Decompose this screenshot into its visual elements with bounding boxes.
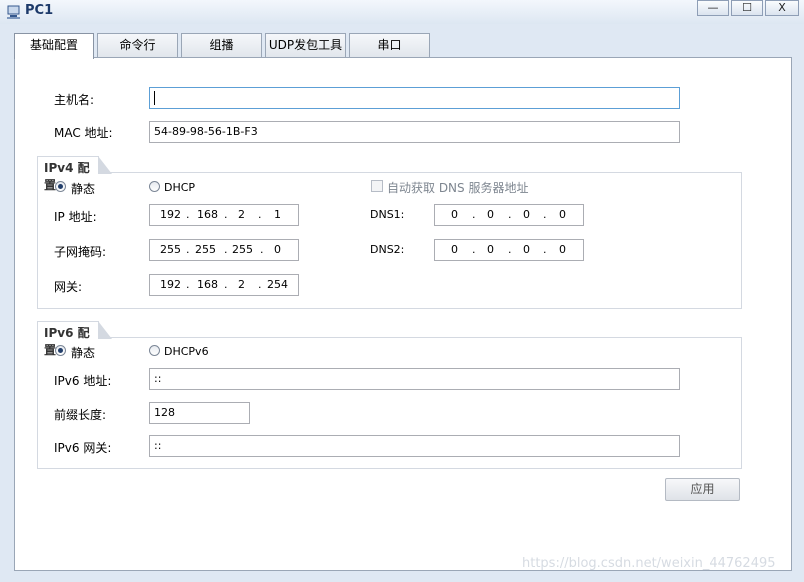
hostname-input[interactable]	[149, 87, 680, 109]
mask-octet: 255	[232, 243, 253, 256]
ip-octet: 1	[274, 208, 281, 221]
subnet-mask-input[interactable]: 255 . 255 . 255 . 0	[149, 239, 299, 261]
pc-icon	[7, 5, 20, 19]
tab-serial[interactable]: 串口	[349, 33, 430, 57]
ipv6-gateway-input[interactable]: ::	[149, 435, 680, 457]
close-button[interactable]: X	[765, 0, 799, 16]
ip-octet: 168	[197, 208, 218, 221]
gateway-octet: 2	[238, 278, 245, 291]
gateway-dot: .	[224, 278, 228, 291]
ipv6-static-radio[interactable]	[55, 345, 66, 356]
dns2-dot: .	[508, 243, 512, 256]
ipv6-dhcp-radio[interactable]	[149, 345, 160, 356]
ipv4-dhcp-radio[interactable]	[149, 181, 160, 192]
apply-button[interactable]: 应用	[665, 478, 740, 501]
subnet-mask-label: 子网掩码:	[54, 245, 107, 259]
mask-octet: 255	[195, 243, 216, 256]
mask-dot: .	[186, 243, 190, 256]
mask-dot: .	[224, 243, 228, 256]
ipv6-address-label: IPv6 地址:	[54, 374, 112, 388]
prefix-length-input[interactable]: 128	[149, 402, 250, 424]
auto-dns-checkbox[interactable]	[371, 180, 383, 192]
hostname-label: 主机名:	[54, 93, 95, 107]
dns1-octet: 0	[559, 208, 566, 221]
dns2-dot: .	[472, 243, 476, 256]
dns2-octet: 0	[451, 243, 458, 256]
ipv4-group-title: IPv4 配置	[37, 156, 112, 192]
dns2-input[interactable]: 0 . 0 . 0 . 0	[434, 239, 584, 261]
ip-address-input[interactable]: 192 . 168 . 2 . 1	[149, 204, 299, 226]
ipv6-dhcp-label: DHCPv6	[164, 345, 209, 358]
dns2-octet: 0	[523, 243, 530, 256]
tab-command-line[interactable]: 命令行	[97, 33, 178, 57]
window-title: PC1	[25, 3, 54, 18]
dns2-label: DNS2:	[370, 243, 405, 256]
watermark: https://blog.csdn.net/weixin_44762495	[522, 556, 776, 571]
ip-octet: 2	[238, 208, 245, 221]
maximize-button[interactable]: ☐	[731, 0, 763, 16]
text-caret	[154, 91, 155, 105]
ip-octet: 192	[160, 208, 181, 221]
dns1-dot: .	[543, 208, 547, 221]
auto-dns-label: 自动获取 DNS 服务器地址	[387, 181, 529, 195]
ipv4-dhcp-label: DHCP	[164, 181, 196, 194]
gateway-octet: 192	[160, 278, 181, 291]
tab-udp-tool[interactable]: UDP发包工具	[265, 33, 346, 57]
dns1-octet: 0	[487, 208, 494, 221]
dns1-octet: 0	[451, 208, 458, 221]
ipv6-address-input[interactable]: ::	[149, 368, 680, 390]
dns2-dot: .	[543, 243, 547, 256]
ip-dot: .	[186, 208, 190, 221]
dns1-dot: .	[508, 208, 512, 221]
prefix-length-label: 前缀长度:	[54, 408, 107, 422]
ip-dot: .	[258, 208, 262, 221]
mask-octet: 0	[274, 243, 281, 256]
gateway-label: 网关:	[54, 280, 83, 294]
gateway-octet: 254	[267, 278, 288, 291]
gateway-dot: .	[258, 278, 262, 291]
ipv6-group-title: IPv6 配置	[37, 321, 112, 357]
mac-label: MAC 地址:	[54, 126, 113, 140]
mask-dot: .	[260, 243, 264, 256]
dns1-octet: 0	[523, 208, 530, 221]
ipv4-static-radio[interactable]	[55, 181, 66, 192]
dns2-octet: 0	[487, 243, 494, 256]
dns1-input[interactable]: 0 . 0 . 0 . 0	[434, 204, 584, 226]
minimize-button[interactable]: —	[697, 0, 729, 16]
tab-multicast[interactable]: 组播	[181, 33, 262, 57]
ipv6-static-label: 静态	[71, 346, 96, 360]
ipv4-static-label: 静态	[71, 182, 96, 196]
ip-dot: .	[224, 208, 228, 221]
mask-octet: 255	[160, 243, 181, 256]
ip-address-label: IP 地址:	[54, 210, 97, 224]
tab-basic-config[interactable]: 基础配置	[14, 33, 94, 59]
ipv6-gateway-label: IPv6 网关:	[54, 441, 112, 455]
gateway-input[interactable]: 192 . 168 . 2 . 254	[149, 274, 299, 296]
title-bar: PC1 — ☐ X	[0, 0, 804, 24]
gateway-dot: .	[186, 278, 190, 291]
mac-address-field[interactable]: 54-89-98-56-1B-F3	[149, 121, 680, 143]
dns1-dot: .	[472, 208, 476, 221]
dns2-octet: 0	[559, 243, 566, 256]
gateway-octet: 168	[197, 278, 218, 291]
dns1-label: DNS1:	[370, 208, 405, 221]
